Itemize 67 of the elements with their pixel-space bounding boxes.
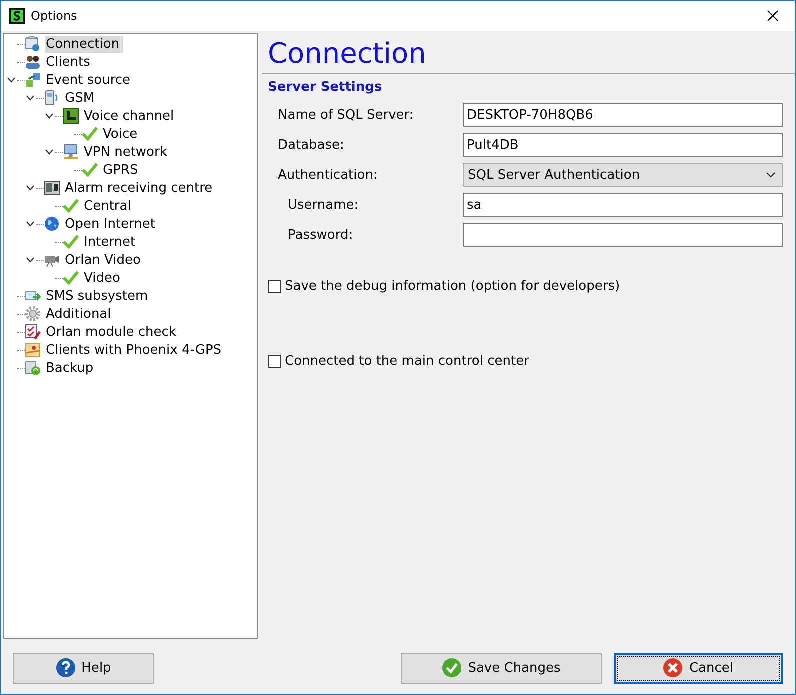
window-title: Options — [31, 9, 78, 23]
phone-icon — [44, 90, 60, 106]
checkbox[interactable] — [268, 280, 281, 293]
check-icon — [82, 162, 98, 178]
tree-item[interactable]: Video — [83, 270, 124, 286]
tree-item[interactable]: Clients — [45, 54, 94, 70]
section-title: Server Settings — [268, 80, 382, 95]
tree-item[interactable]: GPRS — [102, 162, 142, 178]
collapse-chevron-icon[interactable] — [26, 95, 35, 101]
field-label: Username: — [287, 198, 360, 212]
checkbox-label: Connected to the main control center — [285, 354, 530, 369]
help-icon — [56, 658, 76, 678]
save-button[interactable]: Save Changes — [401, 652, 602, 684]
field-label: Name of SQL Server: — [278, 108, 415, 122]
tree-item[interactable]: Additional — [45, 306, 114, 322]
tree-item[interactable]: VPN network — [83, 144, 170, 160]
close-icon — [663, 658, 684, 678]
checkbox[interactable] — [268, 355, 281, 368]
check-icon — [82, 126, 98, 142]
collapse-chevron-icon[interactable] — [45, 149, 54, 155]
tree-item[interactable]: Open Internet — [64, 216, 158, 232]
app-icon — [9, 8, 25, 24]
database-icon — [25, 36, 41, 52]
check-icon — [63, 234, 79, 250]
tree-item[interactable]: Internet — [83, 234, 139, 250]
tree-item[interactable]: Orlan Video — [64, 252, 144, 268]
close-icon — [767, 10, 779, 22]
collapse-chevron-icon[interactable] — [45, 113, 54, 119]
page-title: Connection — [268, 37, 426, 70]
check-icon — [63, 198, 79, 214]
caret-icon — [766, 172, 776, 178]
check-icon — [63, 270, 79, 286]
tree-item[interactable]: Voice — [102, 126, 141, 142]
check-circle-icon — [442, 658, 462, 678]
globe-icon — [44, 216, 60, 232]
handset-icon — [63, 108, 79, 124]
help-button[interactable]: Help — [13, 652, 154, 684]
monitor-icon — [63, 144, 79, 160]
tree-item[interactable]: GSM — [64, 90, 98, 106]
control-panel-icon — [44, 180, 60, 196]
collapse-chevron-icon[interactable] — [7, 77, 16, 83]
collapse-chevron-icon[interactable] — [26, 221, 35, 227]
collapse-chevron-icon[interactable] — [26, 185, 35, 191]
field-label: Password: — [287, 228, 354, 242]
tree-item[interactable]: Central — [83, 198, 134, 214]
authentication-dropdown[interactable]: SQL Server Authentication — [463, 163, 783, 187]
collapse-chevron-icon[interactable] — [26, 257, 35, 263]
field-label: Database: — [278, 138, 346, 152]
people-icon — [25, 54, 41, 70]
input-field[interactable]: sa — [463, 193, 783, 217]
input-field[interactable]: DESKTOP-70H8QB6 — [463, 103, 783, 127]
tree-item[interactable]: Backup — [45, 360, 97, 376]
field-label: Authentication: — [278, 168, 379, 182]
checkbox-label: Save the debug information (option for developers) — [285, 279, 620, 294]
tree-item[interactable]: SMS subsystem — [45, 288, 152, 304]
map-icon — [25, 342, 41, 358]
tree-item[interactable]: Clients with Phoenix 4-GPS — [45, 342, 225, 358]
transfer-icon — [25, 72, 41, 88]
cancel-button[interactable]: Cancel — [614, 652, 783, 684]
tree-item[interactable]: Connection — [45, 36, 123, 52]
input-field[interactable]: Pult4DB — [463, 133, 783, 157]
tree-item[interactable]: Voice channel — [83, 108, 178, 124]
tree-item[interactable]: Orlan module check — [45, 324, 180, 340]
checklist-icon — [25, 324, 41, 340]
password-field[interactable] — [463, 223, 783, 247]
tree-item[interactable]: Event source — [45, 72, 134, 88]
tree-item[interactable]: Alarm receiving centre — [64, 180, 216, 196]
